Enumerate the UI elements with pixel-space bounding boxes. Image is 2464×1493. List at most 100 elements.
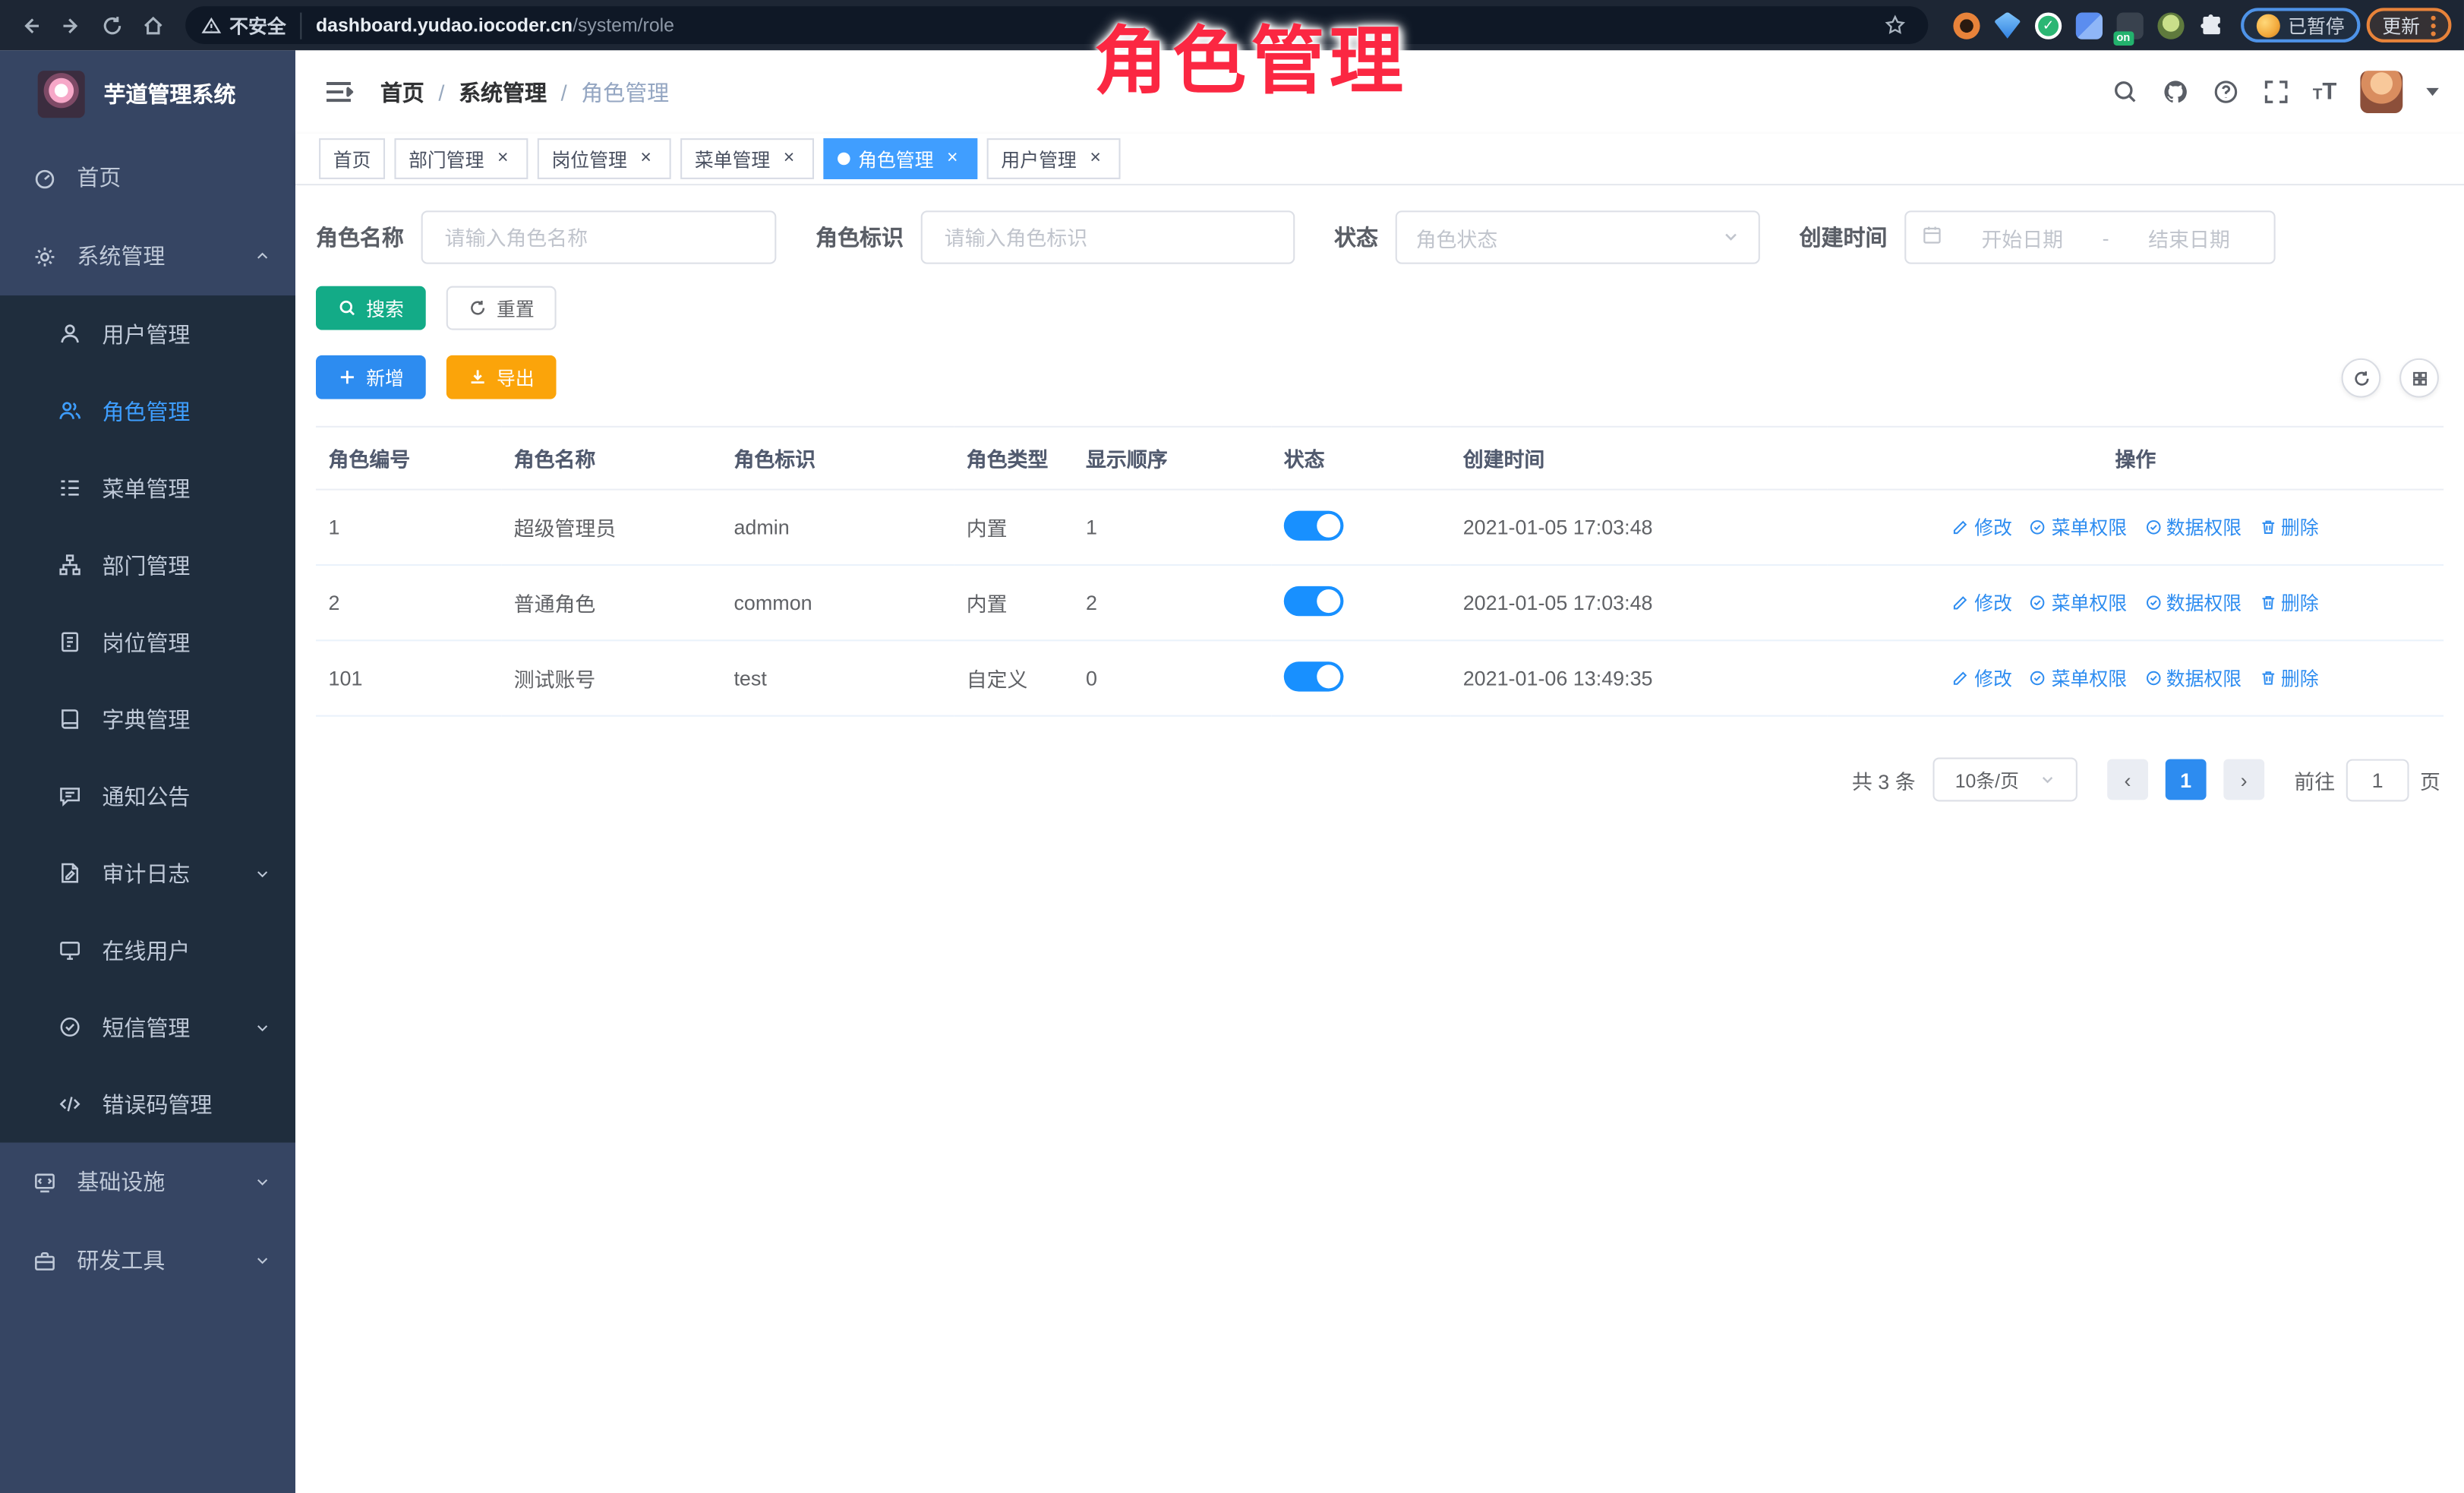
edit-link[interactable]: 修改: [1952, 589, 2012, 616]
tab-posts[interactable]: 岗位管理×: [538, 138, 671, 179]
col-role-type: 角色类型: [954, 427, 1073, 490]
close-tab-icon[interactable]: ×: [942, 148, 964, 170]
sidebar-item-devtools[interactable]: 研发工具: [0, 1221, 295, 1299]
reload-icon[interactable]: [94, 8, 129, 43]
date-range-picker[interactable]: 开始日期 - 结束日期: [1904, 210, 2275, 264]
user-avatar[interactable]: [2360, 71, 2402, 113]
tab-departments[interactable]: 部门管理×: [394, 138, 528, 179]
page-size-select[interactable]: 10条/页: [1932, 757, 2077, 801]
column-settings-button[interactable]: [2399, 358, 2439, 398]
col-display-order: 显示顺序: [1073, 427, 1271, 490]
menu-permission-link[interactable]: 菜单权限: [2030, 589, 2127, 616]
update-label: 更新: [2382, 12, 2420, 39]
extension-grid-icon[interactable]: [2076, 12, 2103, 39]
refresh-table-button[interactable]: [2342, 358, 2381, 398]
sidebar-item-online-users[interactable]: 在线用户: [0, 911, 295, 988]
search-button[interactable]: 搜索: [316, 286, 426, 330]
delete-link[interactable]: 删除: [2259, 514, 2319, 541]
avatar-caret-icon[interactable]: [2426, 88, 2439, 96]
online-user-icon: [57, 937, 82, 962]
status-toggle[interactable]: [1284, 510, 1344, 540]
prev-page-button[interactable]: ‹: [2107, 759, 2148, 800]
sidebar-item-roles[interactable]: 角色管理: [0, 372, 295, 449]
tab-label: 角色管理: [858, 145, 933, 172]
url-host: dashboard.yudao.iocoder.cn: [316, 14, 573, 36]
sidebar-item-notices[interactable]: 通知公告: [0, 757, 295, 834]
search-icon[interactable]: [2112, 78, 2138, 105]
address-bar[interactable]: 不安全 dashboard.yudao.iocoder.cn/system/ro…: [185, 6, 1928, 44]
extension-dark-icon[interactable]: on: [2117, 12, 2144, 39]
url-text[interactable]: dashboard.yudao.iocoder.cn/system/role: [316, 14, 674, 36]
sidebar-item-home[interactable]: 首页: [0, 138, 295, 216]
extension-monkey-icon[interactable]: [2157, 12, 2184, 39]
menu-permission-link[interactable]: 菜单权限: [2030, 664, 2127, 691]
status-select[interactable]: 角色状态: [1396, 210, 1760, 264]
data-permission-link[interactable]: 数据权限: [2144, 589, 2242, 616]
tab-roles[interactable]: 角色管理 ×: [824, 138, 978, 179]
browser-update-button[interactable]: 更新: [2367, 8, 2452, 43]
end-date-placeholder[interactable]: 结束日期: [2120, 223, 2258, 252]
extension-orange-icon[interactable]: [1953, 12, 1980, 39]
goto-page-input[interactable]: [2346, 759, 2409, 801]
sidebar-item-system[interactable]: 系统管理: [0, 217, 295, 295]
breadcrumb-system[interactable]: 系统管理: [459, 76, 547, 107]
extension-green-icon[interactable]: ✓: [2035, 12, 2062, 39]
sidebar-item-error-codes[interactable]: 错误码管理: [0, 1065, 295, 1142]
delete-link[interactable]: 删除: [2259, 664, 2319, 691]
delete-link[interactable]: 删除: [2259, 589, 2319, 616]
home-icon[interactable]: [135, 8, 170, 43]
tab-users[interactable]: 用户管理×: [987, 138, 1121, 179]
close-tab-icon[interactable]: ×: [778, 148, 800, 170]
sidebar-item-menus[interactable]: 菜单管理: [0, 450, 295, 526]
export-button[interactable]: 导出: [446, 355, 557, 399]
cell-role-name: 测试账号: [501, 640, 721, 715]
add-button[interactable]: 新增: [316, 355, 426, 399]
sidebar-item-departments[interactable]: 部门管理: [0, 526, 295, 603]
tab-home[interactable]: 首页: [319, 138, 385, 179]
menu-permission-link[interactable]: 菜单权限: [2030, 514, 2127, 541]
help-icon[interactable]: [2212, 78, 2238, 105]
data-permission-link[interactable]: 数据权限: [2144, 664, 2242, 691]
row-actions: 修改 菜单权限 数据权限 删除: [1840, 589, 2431, 616]
close-tab-icon[interactable]: ×: [492, 148, 514, 170]
sidebar-logo[interactable]: 芋道管理系统: [0, 50, 295, 138]
reset-button[interactable]: 重置: [446, 286, 557, 330]
extension-gem-icon[interactable]: [1994, 12, 2021, 39]
next-page-button[interactable]: ›: [2223, 759, 2264, 800]
edit-link[interactable]: 修改: [1952, 664, 2012, 691]
hamburger-icon[interactable]: [320, 74, 355, 109]
extensions-puzzle-icon[interactable]: [2198, 12, 2225, 39]
start-date-placeholder[interactable]: 开始日期: [1953, 223, 2091, 252]
back-icon[interactable]: [13, 8, 48, 43]
browser-menu-kebab-icon[interactable]: [2428, 15, 2435, 36]
font-size-icon[interactable]: TT: [2313, 78, 2337, 105]
url-path: /system/role: [573, 14, 674, 36]
tab-menus[interactable]: 菜单管理×: [680, 138, 814, 179]
close-tab-icon[interactable]: ×: [635, 148, 657, 170]
edit-link[interactable]: 修改: [1952, 514, 2012, 541]
profile-paused-pill[interactable]: 已暂停: [2241, 8, 2360, 43]
bookmark-star-icon[interactable]: [1878, 8, 1913, 43]
data-permission-link[interactable]: 数据权限: [2144, 514, 2242, 541]
status-toggle[interactable]: [1284, 661, 1344, 690]
status-toggle[interactable]: [1284, 586, 1344, 615]
sidebar-item-posts[interactable]: 岗位管理: [0, 604, 295, 680]
refresh-icon: [2352, 368, 2371, 387]
github-icon[interactable]: [2162, 78, 2188, 105]
sidebar-item-users[interactable]: 用户管理: [0, 295, 295, 372]
row-actions: 修改 菜单权限 数据权限 删除: [1840, 514, 2431, 541]
table-row: 101 测试账号 test 自定义 0 2021-01-06 13:49:35 …: [316, 640, 2443, 715]
security-warning[interactable]: 不安全: [201, 12, 301, 39]
close-tab-icon[interactable]: ×: [1084, 148, 1106, 170]
fullscreen-icon[interactable]: [2262, 78, 2289, 105]
breadcrumb-home[interactable]: 首页: [380, 76, 424, 107]
sidebar-item-sms[interactable]: 短信管理: [0, 989, 295, 1065]
cell-role-type: 内置: [954, 565, 1073, 640]
role-key-input[interactable]: [942, 224, 1275, 251]
sidebar-item-dictionary[interactable]: 字典管理: [0, 680, 295, 757]
current-page[interactable]: 1: [2166, 759, 2207, 800]
sidebar-item-audit-log[interactable]: 审计日志: [0, 835, 295, 911]
role-name-input[interactable]: [442, 224, 756, 251]
forward-icon[interactable]: [53, 8, 88, 43]
sidebar-item-infrastructure[interactable]: 基础设施: [0, 1143, 295, 1221]
